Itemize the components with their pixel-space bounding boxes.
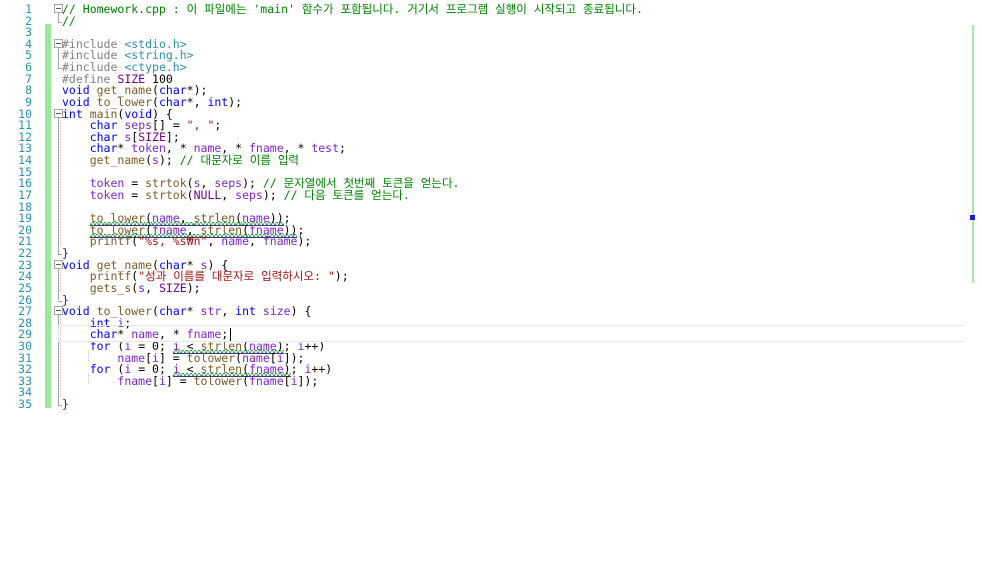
text-caret: [230, 328, 232, 342]
code-line[interactable]: 35}: [0, 396, 982, 413]
line-number: 35: [18, 397, 32, 412]
code-editor[interactable]: 1// Homework.cpp : 이 파일에는 'main' 함수가 포함됩…: [0, 0, 982, 569]
scrollbar-change-track: [972, 25, 974, 283]
code-text[interactable]: }: [62, 396, 968, 413]
vertical-scrollbar[interactable]: [964, 0, 982, 569]
scrollbar-caret-marker: [970, 215, 975, 220]
code-token: }: [62, 397, 69, 412]
